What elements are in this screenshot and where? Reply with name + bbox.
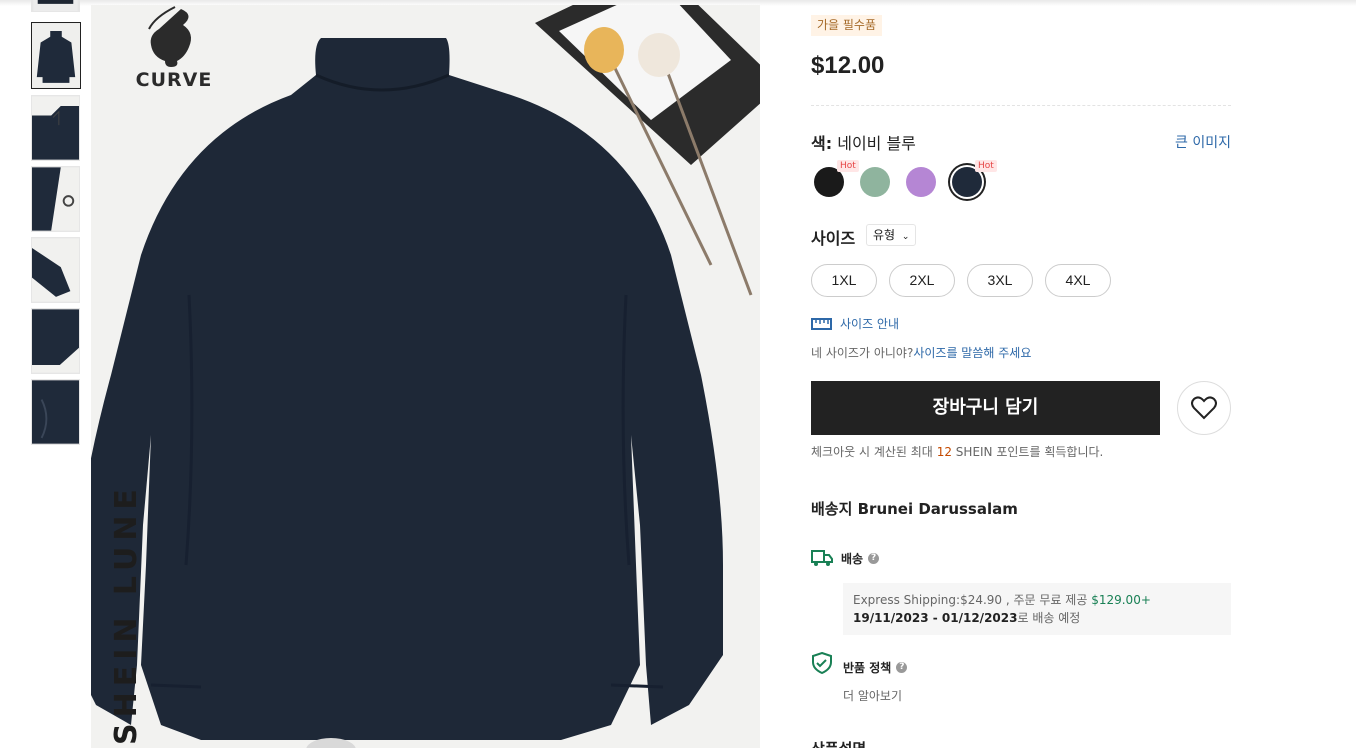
size-option-4xl[interactable]: 4XL: [1045, 264, 1111, 297]
thumbnail-collar[interactable]: [31, 95, 80, 161]
brand-logo-text: CURVE: [135, 69, 213, 91]
size-hint-text: 네 사이즈가 아니야?: [811, 346, 914, 360]
divider: [811, 105, 1231, 106]
points-value: 12: [936, 445, 952, 459]
color-label: 색: 네이비 블루: [811, 130, 916, 154]
main-product-image[interactable]: CURVE SHEIN LUNE: [91, 5, 760, 748]
shipping-price-text: Express Shipping:$24.90 , 주문 무료 제공: [853, 593, 1088, 607]
description-title[interactable]: 상품설명: [811, 738, 866, 748]
heart-icon: [1191, 396, 1217, 420]
size-hint-link[interactable]: 사이즈를 말씀해 주세요: [913, 346, 1031, 360]
thumbnail-zipper[interactable]: [31, 166, 80, 232]
hot-badge: Hot: [975, 160, 997, 172]
chevron-down-icon[interactable]: ⌄: [1215, 740, 1225, 748]
big-image-link[interactable]: 큰 이미지: [1175, 132, 1231, 152]
size-guide-link[interactable]: 사이즈 안내: [811, 315, 899, 332]
chevron-down-icon: ⌄: [901, 232, 910, 242]
curve-logo: CURVE: [129, 5, 219, 97]
points-prefix: 체크아웃 시 계산된 최대: [811, 445, 933, 459]
size-type-label: 유형: [873, 228, 896, 242]
thumbnail-hem[interactable]: [31, 308, 80, 374]
shield-check-icon: [811, 651, 833, 678]
hot-badge: Hot: [837, 160, 859, 172]
size-hint: 네 사이즈가 아니야?사이즈를 말씀해 주세요: [811, 344, 1031, 361]
ruler-icon: [811, 317, 832, 330]
ship-to-label: 배송지 Brunei Darussalam: [811, 500, 1018, 518]
swatch-sage-green[interactable]: [860, 167, 890, 197]
size-option-2xl[interactable]: 2XL: [889, 264, 955, 297]
shipping-line-1: Express Shipping:$24.90 , 주문 무료 제공 $129.…: [853, 591, 1221, 609]
truck-icon: [811, 548, 833, 572]
color-value: 네이비 블루: [837, 134, 916, 153]
free-shipping-threshold: $129.00+: [1091, 593, 1151, 607]
thumbnail-cuff[interactable]: [31, 237, 80, 303]
return-policy-title: 반품 정책 ?: [843, 659, 908, 676]
delivery-date-range: 19/11/2023 - 01/12/2023: [853, 611, 1018, 625]
color-label-key: 색:: [811, 134, 833, 153]
thumbnail-partial[interactable]: [31, 0, 80, 12]
size-guide-label: 사이즈 안내: [840, 317, 900, 331]
thumbnail-front[interactable]: [31, 22, 81, 89]
size-label: 사이즈: [811, 229, 856, 248]
shipping-title-text: 배송: [841, 552, 864, 566]
thumbnail-pocket[interactable]: [31, 379, 80, 445]
learn-more-link[interactable]: 더 알아보기: [843, 687, 902, 704]
delivery-suffix: 로 배송 예정: [1017, 611, 1081, 625]
points-suffix: SHEIN 포인트를 획득합니다.: [955, 445, 1104, 459]
shipping-title: 배송 ?: [841, 550, 880, 567]
shipping-line-2: 19/11/2023 - 01/12/2023로 배송 예정: [853, 609, 1221, 627]
wishlist-button[interactable]: [1177, 381, 1231, 435]
help-icon[interactable]: ?: [896, 662, 908, 673]
shipping-info-box: Express Shipping:$24.90 , 주문 무료 제공 $129.…: [843, 583, 1231, 635]
size-option-1xl[interactable]: 1XL: [811, 264, 877, 297]
return-policy-text: 반품 정책: [843, 661, 892, 675]
vertical-brand-text: SHEIN LUNE: [109, 483, 144, 745]
size-option-3xl[interactable]: 3XL: [967, 264, 1033, 297]
season-tag: 가을 필수품: [811, 15, 883, 36]
product-price: $12.00: [811, 52, 885, 79]
size-type-dropdown[interactable]: 유형 ⌄: [866, 224, 917, 246]
swatch-lavender[interactable]: [906, 167, 936, 197]
points-note: 체크아웃 시 계산된 최대 12 SHEIN 포인트를 획득합니다.: [811, 443, 1103, 460]
help-icon[interactable]: ?: [868, 553, 880, 564]
add-to-cart-button[interactable]: 장바구니 담기: [811, 381, 1160, 435]
